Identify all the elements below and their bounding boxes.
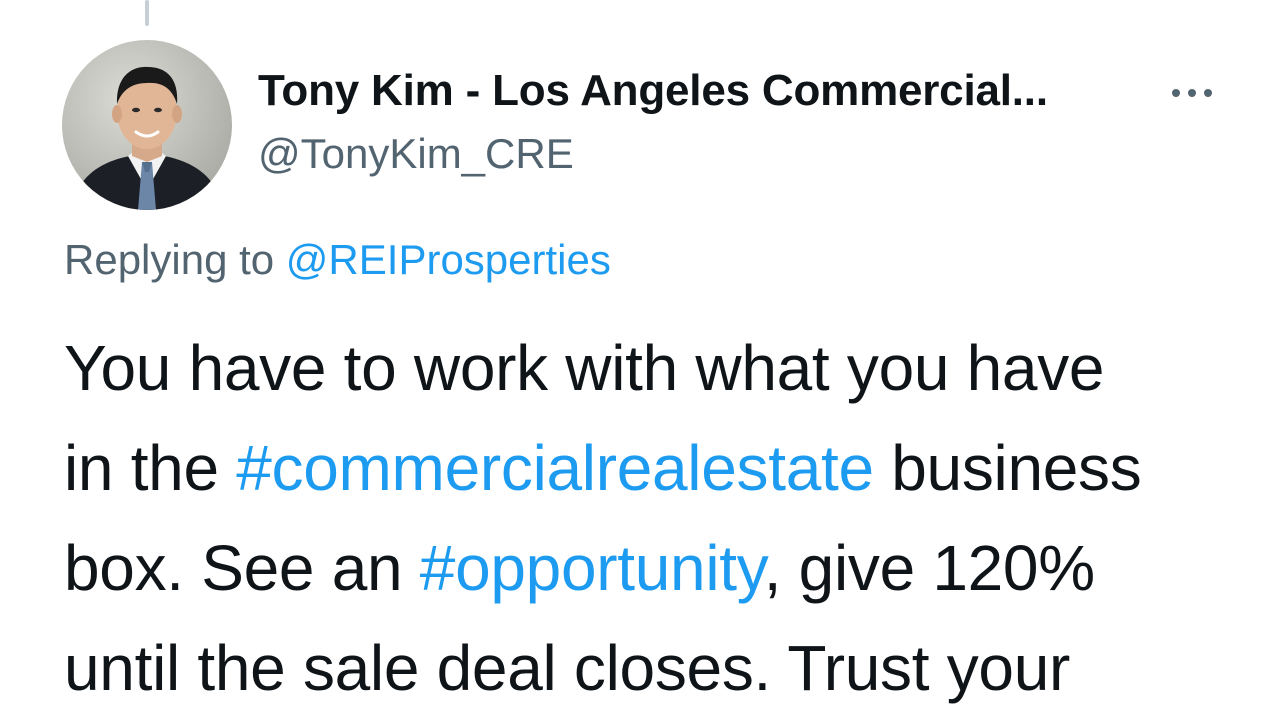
tweet-text-segment: box. See an bbox=[64, 532, 420, 604]
tweet-text-line: You have to work with what you have bbox=[64, 332, 1105, 404]
author-name[interactable]: Tony Kim - Los Angeles Commercial... bbox=[258, 66, 1048, 116]
reply-context: Replying to @REIProsperties bbox=[64, 236, 611, 284]
tweet-text-segment: in the bbox=[64, 432, 237, 504]
tweet-text-line: until the sale deal closes. Trust your bbox=[64, 632, 1071, 704]
author-handle[interactable]: @TonyKim_CRE bbox=[258, 130, 574, 178]
reply-context-prefix: Replying to bbox=[64, 236, 286, 283]
more-horizontal-icon bbox=[1172, 89, 1212, 97]
hashtag-link[interactable]: #commercialrealestate bbox=[236, 432, 874, 504]
avatar[interactable] bbox=[62, 40, 232, 210]
thread-connector-line bbox=[145, 0, 149, 26]
tweet-text-line: box. See an #opportunity, give 120% bbox=[64, 518, 1244, 618]
tweet-text-line: in the #commercialrealestate business bbox=[64, 418, 1244, 518]
profile-photo-icon bbox=[72, 66, 222, 210]
hashtag-link[interactable]: #opportunity bbox=[420, 532, 764, 604]
tweet-text-segment: business bbox=[873, 432, 1142, 504]
tweet-card[interactable]: Tony Kim - Los Angeles Commercial... @To… bbox=[0, 0, 1280, 720]
tweet-text-segment: , give 120% bbox=[763, 532, 1095, 604]
tweet-text: You have to work with what you have in t… bbox=[64, 318, 1244, 718]
more-options-button[interactable] bbox=[1164, 76, 1220, 110]
reply-mention-link[interactable]: @REIProsperties bbox=[286, 236, 611, 283]
